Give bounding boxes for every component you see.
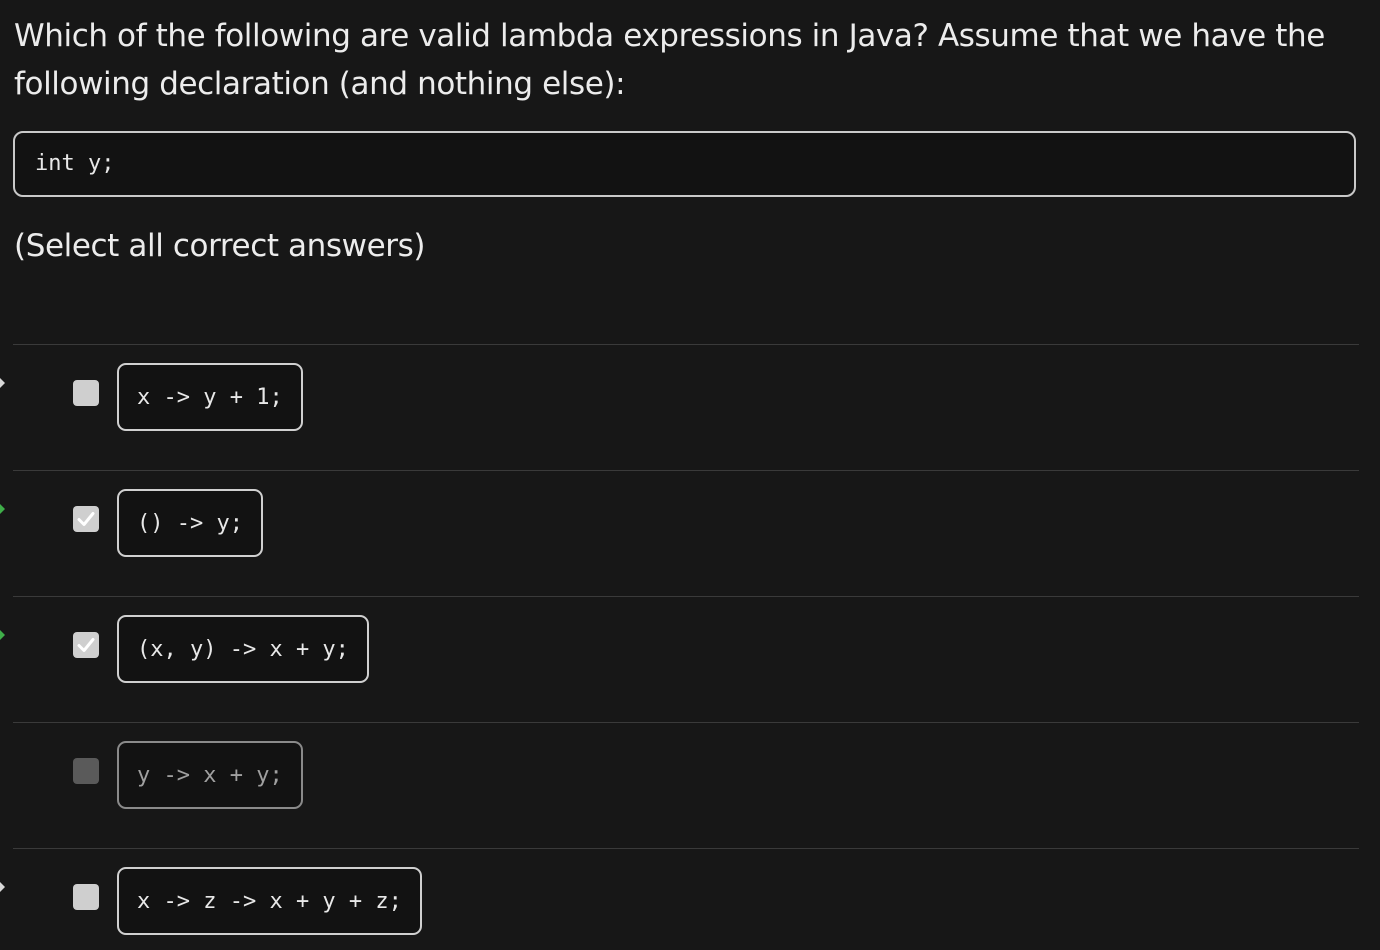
answer-2-code-chip: () -> y; [117,489,263,557]
declaration-code: int y; [35,151,115,176]
answer-3-checkbox[interactable] [73,632,99,658]
answer-1-edge-marker [0,378,5,388]
answer-4-checkbox [73,758,99,784]
check-icon [77,512,95,526]
answer-2-edge-marker [0,504,5,514]
answer-4-code-chip: y -> x + y; [117,741,303,809]
question-text: Which of the following are valid lambda … [14,18,1325,102]
instruction-text: (Select all correct answers) [14,228,426,264]
answer-5-code-chip: x -> z -> x + y + z; [117,867,422,935]
answer-option-2[interactable]: () -> y; [0,470,1359,596]
answer-5-code: x -> z -> x + y + z; [137,888,402,914]
declaration-code-block: int y; [13,131,1356,197]
answer-1-checkbox[interactable] [73,380,99,406]
answer-option-3[interactable]: (x, y) -> x + y; [0,596,1359,722]
check-icon [77,638,95,652]
answer-option-1[interactable]: x -> y + 1; [0,344,1359,470]
answer-5-checkbox[interactable] [73,884,99,910]
answer-1-code: x -> y + 1; [137,384,283,410]
answer-3-code-chip: (x, y) -> x + y; [117,615,369,683]
answer-2-checkbox[interactable] [73,506,99,532]
answer-option-4: y -> x + y; [13,722,1359,848]
answer-option-5[interactable]: x -> z -> x + y + z; [0,848,1359,950]
answer-list: x -> y + 1; () -> y; (x, y) -> x + y; y … [0,344,1359,950]
answer-1-code-chip: x -> y + 1; [117,363,303,431]
answer-3-edge-marker [0,630,5,640]
answer-5-edge-marker [0,882,5,892]
answer-3-code: (x, y) -> x + y; [137,636,349,662]
answer-4-code: y -> x + y; [137,762,283,788]
answer-2-code: () -> y; [137,510,243,536]
